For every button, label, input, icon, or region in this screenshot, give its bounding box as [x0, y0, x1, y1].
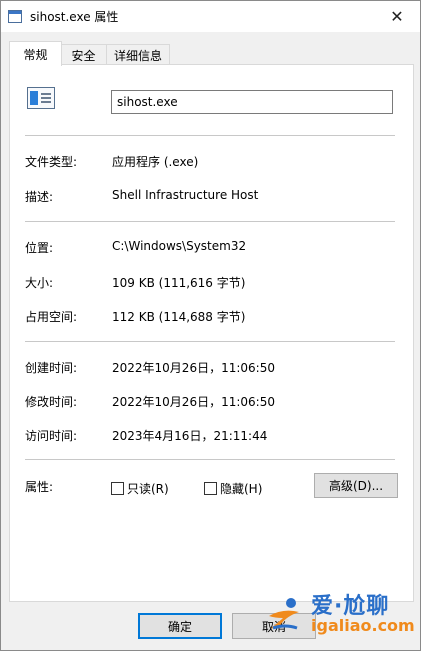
advanced-button[interactable]: 高级(D)... [314, 473, 398, 498]
size-value: 109 KB (111,616 字节) [112, 276, 246, 290]
created-value: 2022年10月26日，11:06:50 [112, 361, 275, 375]
checkbox-box[interactable] [204, 482, 217, 495]
separator [25, 221, 395, 222]
description-value: Shell Infrastructure Host [112, 188, 259, 202]
readonly-checkbox[interactable]: 只读(R) [111, 480, 169, 497]
attributes-label: 属性: [25, 480, 54, 494]
modified-value: 2022年10月26日，11:06:50 [112, 395, 275, 409]
close-icon: ✕ [390, 7, 404, 26]
size-label: 大小: [25, 276, 54, 290]
tab-general[interactable]: 常规 [9, 41, 62, 66]
watermark-url: igaliao.com [311, 616, 415, 635]
location-value: C:\Windows\System32 [112, 239, 247, 253]
window-title: sihost.exe 属性 [30, 10, 119, 24]
size-on-disk-label: 占用空间: [25, 310, 78, 324]
separator [25, 135, 395, 136]
close-button[interactable]: ✕ [374, 1, 420, 32]
app-window-icon [8, 10, 22, 23]
readonly-label: 只读(R) [127, 482, 169, 496]
file-icon [27, 87, 55, 109]
size-on-disk-value: 112 KB (114,688 字节) [112, 310, 246, 324]
hidden-label: 隐藏(H) [220, 482, 263, 496]
separator [25, 459, 395, 460]
description-label: 描述: [25, 190, 54, 204]
properties-window: sihost.exe 属性 ✕ 常规 安全 详细信息 sihost.exe 文件… [0, 0, 421, 651]
file-type-value: 应用程序 (.exe) [112, 155, 199, 169]
general-panel: sihost.exe 文件类型: 应用程序 (.exe) 描述: Shell I… [9, 64, 414, 602]
tab-details[interactable]: 详细信息 [106, 44, 170, 65]
file-name-input[interactable]: sihost.exe [111, 90, 393, 114]
location-label: 位置: [25, 241, 54, 255]
title-bar: sihost.exe 属性 ✕ [1, 1, 420, 32]
ok-button[interactable]: 确定 [138, 613, 222, 639]
created-label: 创建时间: [25, 361, 78, 375]
modified-label: 修改时间: [25, 395, 78, 409]
file-type-label: 文件类型: [25, 155, 78, 169]
checkbox-box[interactable] [111, 482, 124, 495]
hidden-checkbox[interactable]: 隐藏(H) [204, 480, 262, 497]
accessed-label: 访问时间: [25, 429, 78, 443]
separator [25, 341, 395, 342]
accessed-value: 2023年4月16日，21:11:44 [112, 429, 268, 443]
tab-security[interactable]: 安全 [60, 44, 107, 65]
cancel-button[interactable]: 取消 [232, 613, 316, 639]
